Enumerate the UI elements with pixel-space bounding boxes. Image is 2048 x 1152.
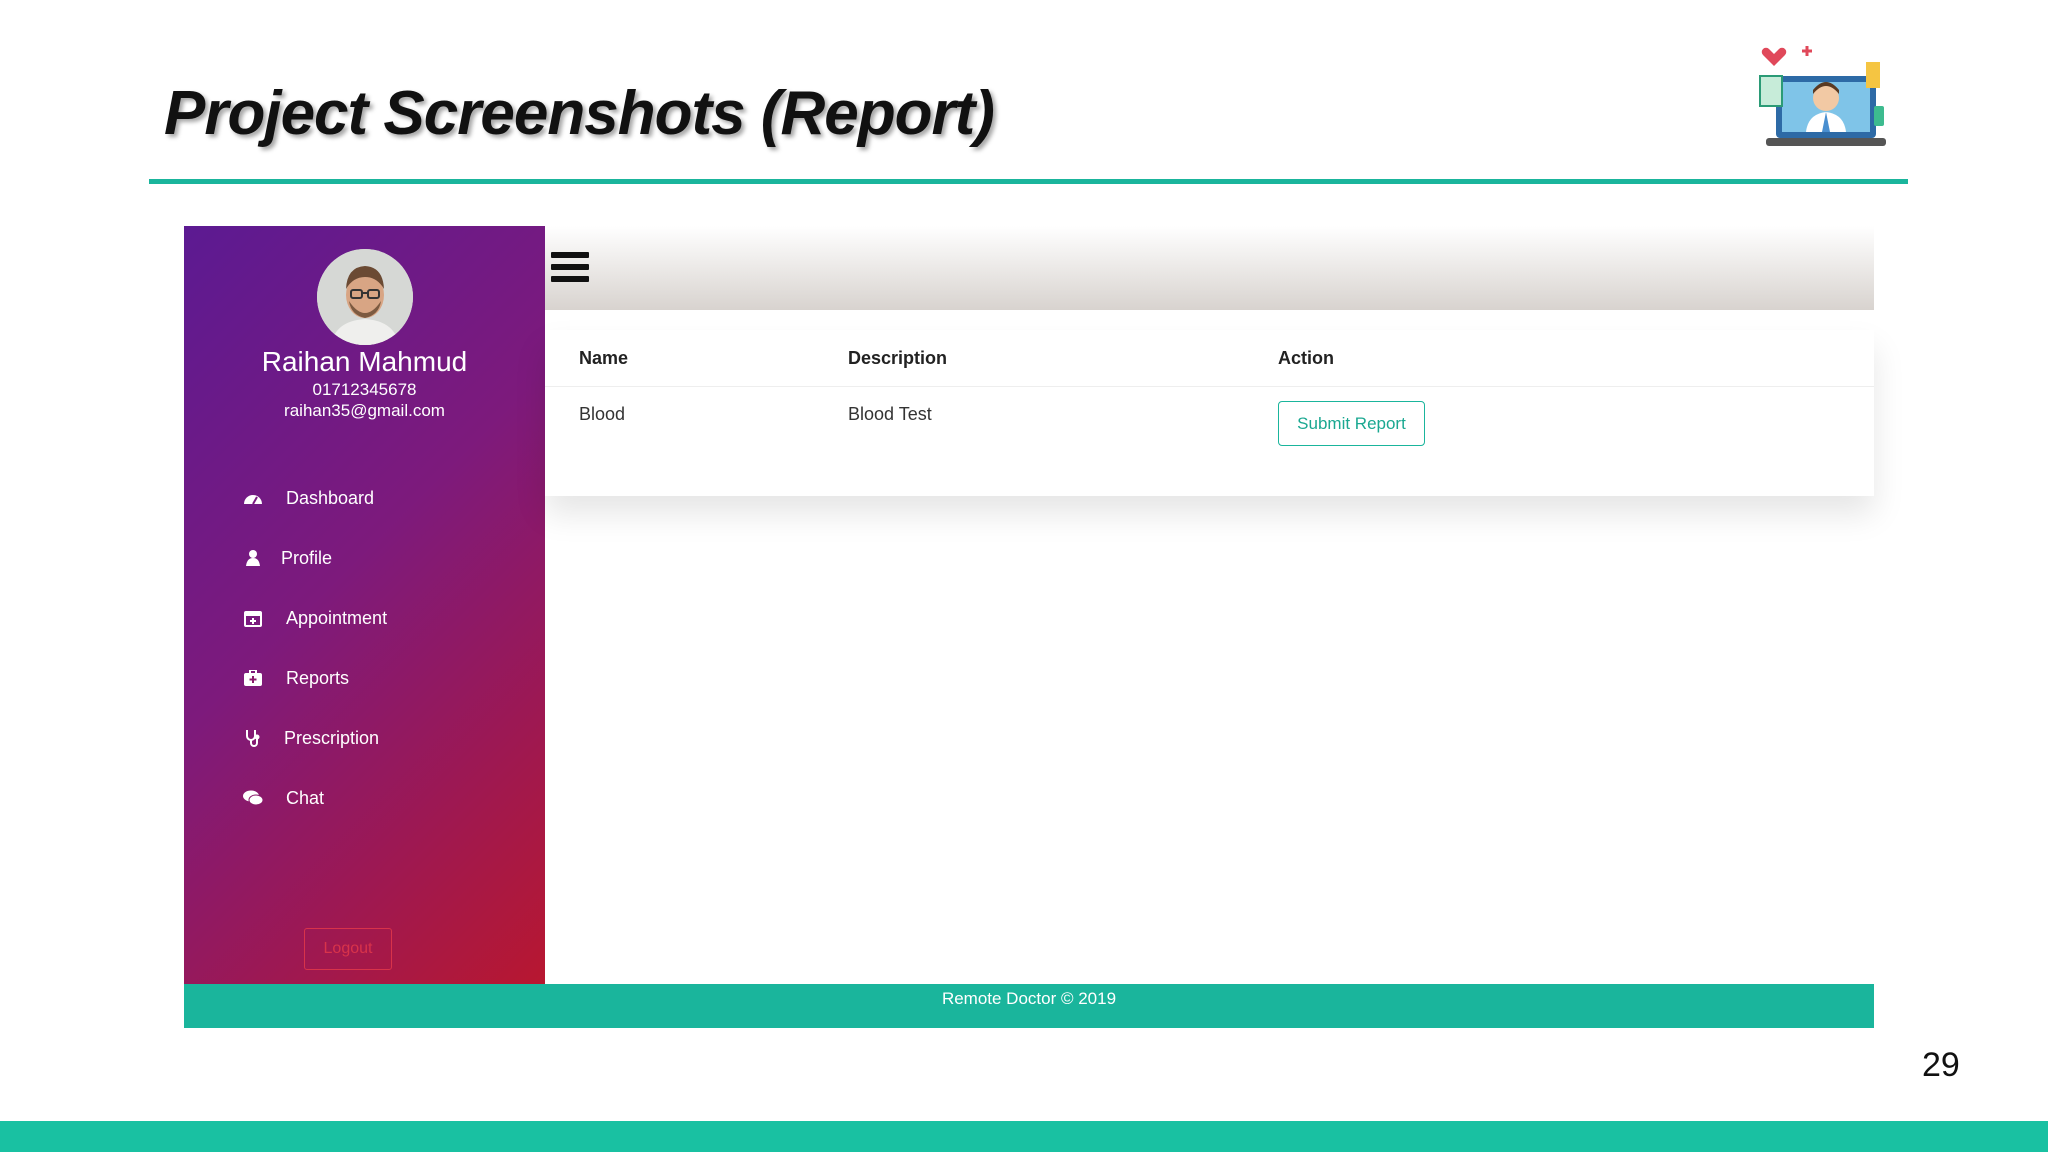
medkit-icon [242,667,264,689]
sidebar-item-profile[interactable]: Profile [242,543,332,573]
title-divider [149,179,1908,184]
sidebar-item-dashboard[interactable]: Dashboard [242,483,374,513]
chat-icon [242,787,264,809]
sidebar-item-label: Reports [286,667,350,688]
column-header-action: Action [1278,348,1334,368]
sidebar: Raihan Mahmud 01712345678 raihan35@gmail… [184,226,545,984]
sidebar-item-appointment[interactable]: Appointment [242,603,387,633]
cell-name: Blood [579,404,626,424]
calendar-icon [242,607,264,629]
reports-table: Name Description Action Blood Blood Test… [545,330,1874,496]
sidebar-item-label: Chat [286,787,325,808]
slide-title: Project Screenshots (Report) [164,79,995,148]
dashboard-icon [242,487,264,509]
sidebar-item-label: Prescription [284,727,380,748]
table-divider [545,386,1874,387]
app-screenshot: Raihan Mahmud 01712345678 raihan35@gmail… [184,226,1874,1028]
bottom-accent-bar [0,1121,2048,1152]
user-name: Raihan Mahmud [261,346,468,377]
sidebar-item-reports[interactable]: Reports [242,663,349,693]
user-phone: 01712345678 [312,380,417,399]
user-email: raihan35@gmail.com [284,401,445,420]
sidebar-item-label: Profile [281,547,333,568]
page-number: 29 [1922,1046,1960,1084]
stethoscope-icon [242,727,264,749]
cell-description: Blood Test [848,404,932,424]
column-header-name: Name [579,348,629,368]
sidebar-item-label: Appointment [286,607,388,628]
logout-button[interactable]: Logout [304,928,392,970]
sidebar-item-label: Dashboard [286,487,375,508]
submit-report-button[interactable]: Submit Report [1278,401,1425,446]
top-bar [545,226,1874,310]
avatar [317,249,413,345]
user-icon [242,547,264,569]
app-footer: Remote Doctor © 2019 [184,984,1874,1028]
sidebar-item-chat[interactable]: Chat [242,783,324,813]
sidebar-item-prescription[interactable]: Prescription [242,723,379,753]
user-photo-icon [317,249,413,345]
doctor-laptop-logo [1759,46,1886,146]
column-header-description: Description [848,348,948,368]
menu-toggle-icon[interactable] [551,252,589,282]
